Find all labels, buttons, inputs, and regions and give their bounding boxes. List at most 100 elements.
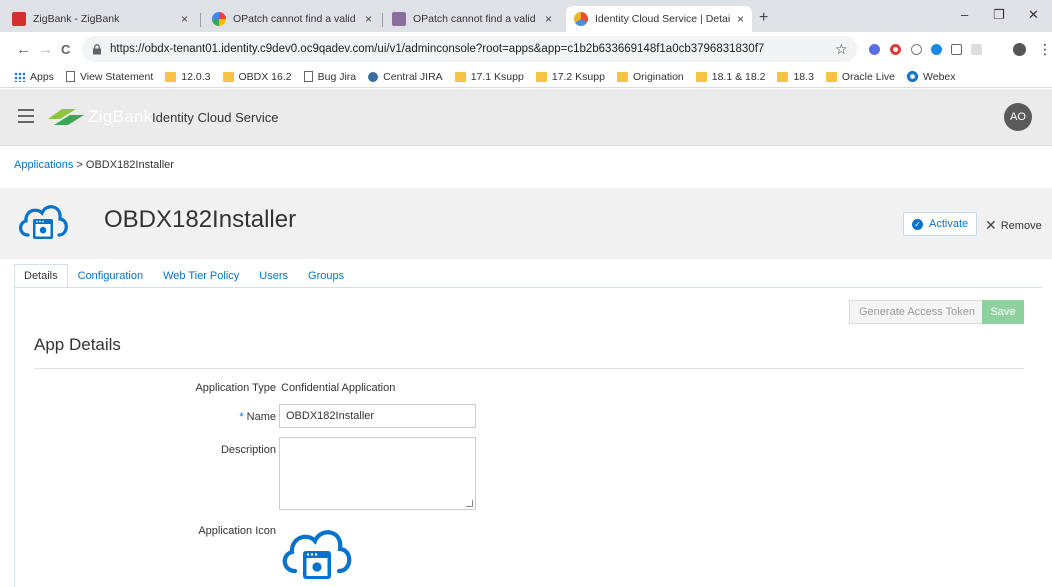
tab-web-tier-policy[interactable]: Web Tier Policy	[153, 264, 249, 288]
description-label: Description	[220, 444, 276, 456]
tab-configuration[interactable]: Configuration	[68, 264, 153, 288]
forward-button[interactable]: →	[38, 41, 53, 58]
browser-tab-zigbank[interactable]: ZigBank - ZigBank ×	[4, 6, 196, 32]
browser-tab-title: ZigBank - ZigBank	[33, 13, 120, 25]
bookmark-label: 17.2 Ksupp	[551, 70, 605, 83]
bookmark-12-0-3[interactable]: 12.0.3	[165, 70, 211, 83]
google-icon	[212, 12, 226, 26]
application-icon-label: Application Icon	[198, 525, 276, 537]
bookmark-central-jira[interactable]: Central JIRA	[368, 71, 443, 83]
detail-tabs: Details Configuration Web Tier Policy Us…	[14, 264, 354, 288]
bookmark-18-3[interactable]: 18.3	[777, 70, 814, 83]
back-button[interactable]: ←	[16, 41, 31, 58]
bookmark-label: 18.3	[793, 70, 814, 83]
bookmark-label: 18.1 & 18.2	[711, 70, 766, 83]
remove-button[interactable]: ✕ Remove	[985, 217, 1042, 234]
bookmark-label: Central JIRA	[383, 70, 443, 83]
application-icon-preview[interactable]	[279, 519, 355, 579]
apps-grid-icon	[14, 71, 25, 82]
service-name: Identity Cloud Service	[152, 110, 279, 125]
generate-access-token-button[interactable]: Generate Access Token	[849, 300, 985, 324]
close-window-button[interactable]: ✕	[1028, 7, 1039, 23]
app-title-band: OBDX182Installer ✓ Activate ✕ Remove	[0, 188, 1052, 259]
bookmark-label: Webex	[923, 70, 956, 83]
reload-button[interactable]: C	[61, 42, 70, 57]
section-divider	[34, 368, 1024, 369]
close-tab-icon[interactable]: ×	[545, 12, 552, 26]
address-bar[interactable]: https://obdx-tenant01.identity.c9dev0.oc…	[82, 36, 857, 62]
extension-icon[interactable]	[869, 44, 880, 55]
bookmark-label: 12.0.3	[181, 70, 211, 83]
browser-tab-title: OPatch cannot find a valid oraIn	[233, 13, 359, 25]
identity-cloud-icon	[574, 12, 588, 26]
camera-icon[interactable]	[951, 44, 962, 55]
close-tab-icon[interactable]: ×	[181, 12, 188, 26]
tab-users[interactable]: Users	[249, 264, 298, 288]
browser-tab-opatch-1[interactable]: OPatch cannot find a valid oraIn ×	[204, 6, 380, 32]
bookmark-bug-jira[interactable]: Bug Jira	[303, 71, 356, 83]
new-tab-button[interactable]: +	[759, 9, 768, 27]
bookmark-obdx-16-2[interactable]: OBDX 16.2	[222, 71, 292, 83]
star-icon[interactable]: ☆	[835, 41, 848, 58]
breadcrumb-current: OBDX182Installer	[85, 159, 174, 171]
close-tab-icon[interactable]: ×	[737, 12, 744, 26]
bookmark-18-1-18-2[interactable]: 18.1 & 18.2	[695, 70, 766, 83]
browser-tab-strip: ZigBank - ZigBank × OPatch cannot find a…	[0, 0, 1052, 32]
save-button[interactable]: Save	[982, 300, 1024, 324]
page-icon	[303, 71, 313, 82]
browser-tab-title: Identity Cloud Service | Details	[595, 13, 731, 25]
forum-icon	[392, 12, 406, 26]
hamburger-menu-icon[interactable]	[18, 109, 34, 123]
tab-separator	[382, 13, 383, 27]
breadcrumb-applications-link[interactable]: Applications	[14, 159, 73, 171]
close-tab-icon[interactable]: ×	[365, 12, 372, 26]
check-circle-icon: ✓	[912, 218, 923, 230]
browser-tab-title: OPatch cannot find a valid oraIn	[413, 13, 539, 25]
folder-icon	[454, 71, 466, 82]
folder-icon	[777, 71, 789, 82]
bookmark-oracle-live[interactable]: Oracle Live	[825, 71, 895, 83]
maximize-button[interactable]: ❐	[993, 7, 1005, 23]
url-text: https://obdx-tenant01.identity.c9dev0.oc…	[110, 43, 765, 55]
profile-icon[interactable]	[1013, 43, 1026, 56]
browser-tab-identity-cloud[interactable]: Identity Cloud Service | Details ×	[566, 6, 752, 32]
name-label: * Name	[239, 411, 276, 423]
bookmark-apps[interactable]: Apps	[14, 71, 54, 83]
tab-details[interactable]: Details	[14, 264, 68, 288]
opera-icon[interactable]	[890, 44, 901, 55]
user-avatar[interactable]: AO	[1004, 103, 1032, 131]
browser-tab-opatch-2[interactable]: OPatch cannot find a valid oraIn ×	[384, 6, 560, 32]
page-title: OBDX182Installer	[104, 206, 297, 233]
bookmark-origination[interactable]: Origination	[616, 71, 684, 83]
activate-button[interactable]: ✓ Activate	[903, 212, 978, 236]
brand-name: ZigBank	[88, 107, 153, 126]
bookmark-17-1-ksupp[interactable]: 17.1 Ksupp	[454, 71, 524, 83]
tab-groups[interactable]: Groups	[298, 264, 354, 288]
tab-separator	[200, 13, 201, 27]
description-textarea[interactable]	[279, 437, 476, 510]
browser-menu-icon[interactable]: ⋮	[1038, 41, 1052, 58]
bookmarks-bar: Apps View Statement 12.0.3 OBDX 16.2 Bug…	[0, 66, 1052, 88]
section-title: App Details	[34, 335, 121, 354]
close-icon: ✕	[985, 217, 997, 233]
remove-label: Remove	[1000, 219, 1042, 232]
activate-label: Activate	[929, 218, 969, 230]
extension-circle-icon[interactable]	[911, 44, 922, 55]
extension-gray-icon[interactable]	[971, 44, 982, 55]
oracle-icon	[12, 12, 26, 26]
application-type-label: Application Type	[195, 382, 276, 394]
bookmark-label: View Statement	[79, 70, 154, 83]
webex-icon	[907, 71, 919, 82]
bookmark-webex[interactable]: Webex	[907, 71, 956, 83]
folder-icon	[165, 71, 177, 82]
zigbank-logo-icon	[48, 109, 84, 125]
name-input[interactable]	[279, 404, 476, 428]
folder-icon	[695, 71, 707, 82]
jira-icon	[368, 71, 379, 82]
bookmark-view-statement[interactable]: View Statement	[65, 70, 154, 83]
extension-blue-icon[interactable]	[931, 44, 942, 55]
lock-icon	[92, 44, 102, 55]
minimize-button[interactable]: –	[961, 7, 968, 22]
bookmark-17-2-ksupp[interactable]: 17.2 Ksupp	[535, 70, 605, 83]
application-type-value: Confidential Application	[281, 382, 396, 394]
